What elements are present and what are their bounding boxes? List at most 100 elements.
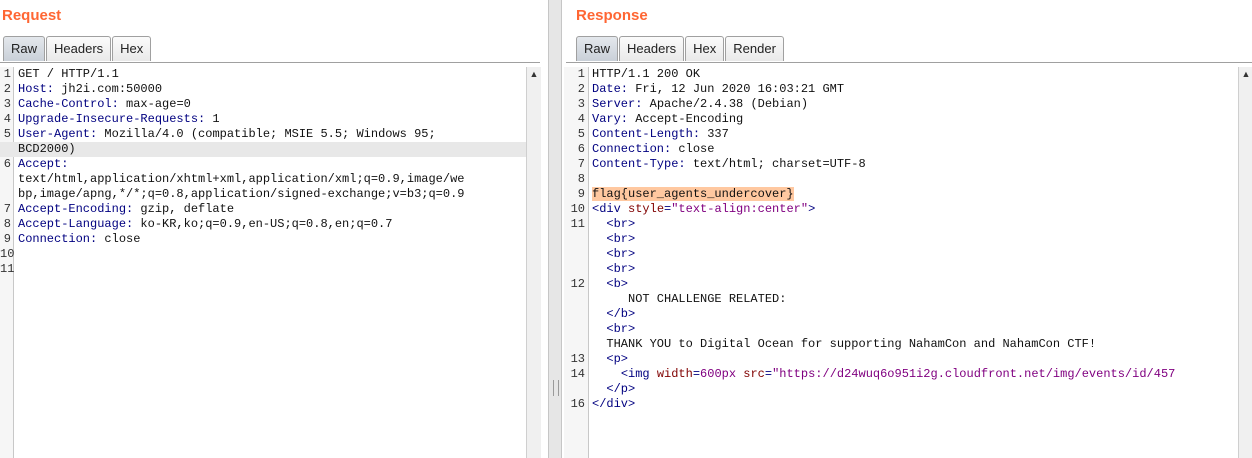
header-key: Server:: [592, 97, 643, 111]
code-line: 2 Host: jh2i.com:50000: [0, 82, 526, 97]
header-value: text/html; charset=UTF-8: [685, 157, 866, 171]
request-tab-hex[interactable]: Hex: [112, 36, 152, 61]
code-line: 3 Cache-Control: max-age=0: [0, 97, 526, 112]
line-number: 14: [570, 367, 585, 381]
request-tab-divider: [0, 62, 540, 63]
html-token: [592, 217, 606, 231]
line-text: text/html,application/xhtml+xml,applicat…: [18, 172, 465, 186]
code-line: <br>: [564, 232, 1240, 247]
line-number: 13: [570, 352, 585, 366]
line-text: BCD2000): [18, 142, 76, 156]
response-lines: 1 HTTP/1.1 200 OK 2 Date: Fri, 12 Jun 2020 …: [564, 67, 1240, 412]
response-tab-headers[interactable]: Headers: [619, 36, 685, 61]
code-line: 5 Content-Length: 337: [564, 127, 1240, 142]
code-line: 12 <b>: [564, 277, 1240, 292]
code-line: </b>: [564, 307, 1240, 322]
html-token: </p>: [606, 382, 636, 396]
line-number: 3: [3, 97, 11, 111]
response-scrollbar[interactable]: ▲: [1238, 67, 1252, 458]
header-key: Date:: [592, 82, 629, 96]
header-value: 1: [205, 112, 220, 126]
html-token: [592, 247, 606, 261]
line-text: Vary: Accept-Encoding: [592, 112, 743, 127]
response-tab-divider: [566, 62, 1252, 63]
line-text: flag{user_agents_undercover}: [592, 187, 794, 202]
line-text: Connection: close: [18, 232, 140, 247]
response-tabs: Raw Headers Hex Render: [576, 36, 785, 62]
line-text: Host: jh2i.com:50000: [18, 82, 162, 97]
line-number: 4: [577, 112, 585, 126]
response-editor[interactable]: 1 HTTP/1.1 200 OK 2 Date: Fri, 12 Jun 2020 …: [564, 67, 1240, 458]
html-token: [592, 307, 606, 321]
code-line: 7 Accept-Encoding: gzip, deflate: [0, 202, 526, 217]
header-value: Mozilla/4.0 (compatible; MSIE 5.5; Windo…: [97, 127, 436, 141]
line-number: 5: [577, 127, 585, 141]
line-text: Connection: close: [592, 142, 714, 157]
code-line: 3 Server: Apache/2.4.38 (Debian): [564, 97, 1240, 112]
line-number: 8: [577, 172, 585, 186]
html-token: <br>: [606, 232, 636, 246]
request-tab-headers[interactable]: Headers: [46, 36, 112, 61]
html-token: "https://d24wuq6o951i2g.cloudfront.net/i…: [772, 367, 1176, 381]
html-token: 600px: [700, 367, 737, 381]
request-scrollbar[interactable]: ▲: [526, 67, 541, 458]
line-number: 9: [577, 187, 585, 201]
html-token: <br>: [606, 322, 636, 336]
line-text: <img width=600px src="https://d24wuq6o95…: [592, 367, 1176, 382]
response-panel: Response Raw Headers Hex Render 1 HTTP/1.…: [562, 0, 1252, 458]
code-line: text/html,application/xhtml+xml,applicat…: [0, 172, 526, 187]
response-tab-render[interactable]: Render: [725, 36, 784, 61]
line-number: 2: [577, 82, 585, 96]
code-line: 8: [564, 172, 1240, 187]
code-line: bp,image/apng,*/*;q=0.8,application/sign…: [0, 187, 526, 202]
code-line: 7 Content-Type: text/html; charset=UTF-8: [564, 157, 1240, 172]
request-tab-raw[interactable]: Raw: [3, 36, 46, 61]
html-token: "text-align:center": [671, 202, 809, 216]
code-line: <br>: [564, 322, 1240, 337]
line-text: Server: Apache/2.4.38 (Debian): [592, 97, 808, 112]
code-line: 1 HTTP/1.1 200 OK: [564, 67, 1240, 82]
code-line: 10: [0, 247, 526, 262]
scroll-up-arrow-icon[interactable]: ▲: [529, 69, 539, 79]
header-key: User-Agent:: [18, 127, 98, 141]
response-tab-raw[interactable]: Raw: [576, 36, 619, 61]
line-text: Cache-Control: max-age=0: [18, 97, 191, 112]
scroll-up-arrow-icon[interactable]: ▲: [1241, 69, 1251, 79]
line-text: Content-Length: 337: [592, 127, 729, 142]
html-token: <br>: [606, 217, 636, 231]
line-number: 9: [3, 232, 11, 246]
line-number: 1: [577, 67, 585, 81]
line-text: <br>: [592, 232, 635, 247]
html-token: <br>: [606, 262, 636, 276]
html-token: [592, 322, 606, 336]
code-line: 8 Accept-Language: ko-KR,ko;q=0.9,en-US;q…: [0, 217, 526, 232]
html-token: <p>: [606, 352, 629, 366]
request-editor[interactable]: 1 GET / HTTP/1.1 2 Host: jh2i.com:50000 3 Cac…: [0, 67, 526, 458]
html-token: </b>: [606, 307, 636, 321]
header-value: close: [671, 142, 715, 156]
line-text: bp,image/apng,*/*;q=0.8,application/sign…: [18, 187, 465, 201]
html-token: <br>: [606, 247, 636, 261]
header-key: Host:: [18, 82, 55, 96]
divider-grip-icon[interactable]: [553, 380, 559, 396]
line-number: 7: [3, 202, 11, 216]
line-text: <br>: [592, 322, 635, 337]
line-text: <div style="text-align:center">: [592, 202, 815, 217]
line-number: 8: [3, 217, 11, 231]
line-text: </b>: [592, 307, 635, 322]
code-line: 10 <div style="text-align:center">: [564, 202, 1240, 217]
line-text: <br>: [592, 247, 635, 262]
line-text: Upgrade-Insecure-Requests: 1: [18, 112, 220, 127]
line-text: GET / HTTP/1.1: [18, 67, 119, 81]
code-line: 4 Upgrade-Insecure-Requests: 1: [0, 112, 526, 127]
response-tab-hex[interactable]: Hex: [685, 36, 725, 61]
line-text: </p>: [592, 382, 635, 397]
code-line: 11: [0, 262, 526, 277]
split-pane-divider[interactable]: [548, 0, 562, 458]
html-token: [592, 262, 606, 276]
line-number: 16: [570, 397, 585, 411]
html-token: </div>: [592, 397, 636, 411]
line-text: HTTP/1.1 200 OK: [592, 67, 701, 81]
code-line: <br>: [564, 262, 1240, 277]
html-token: style: [628, 202, 665, 216]
